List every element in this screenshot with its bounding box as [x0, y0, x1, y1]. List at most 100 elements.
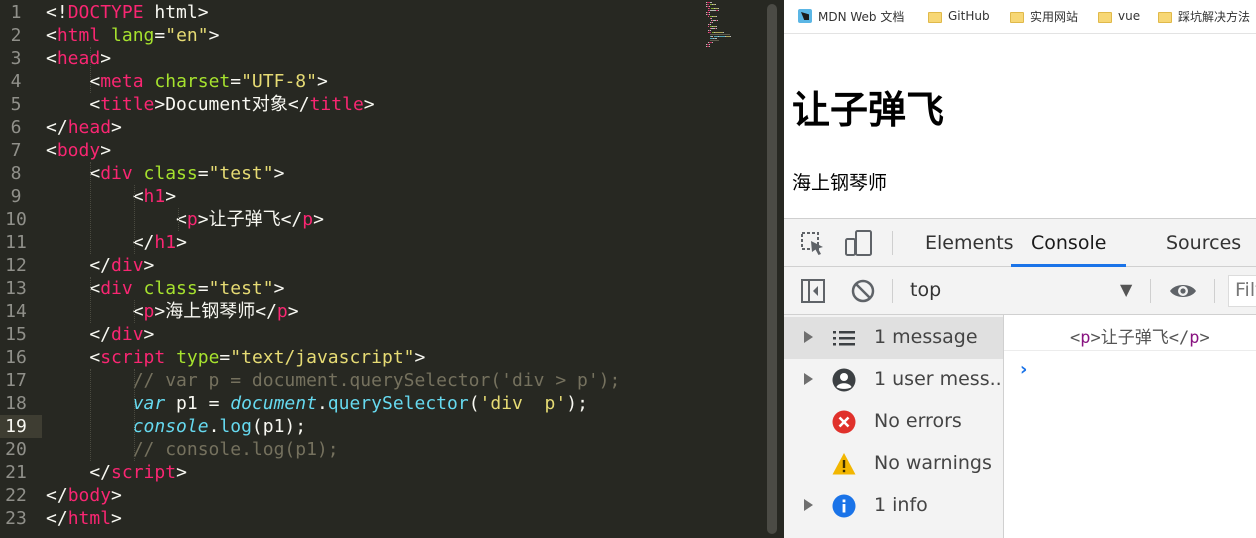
code-token: > [316, 71, 328, 92]
bookmark-mdn[interactable]: MDN Web 文档 [798, 7, 904, 25]
console-output[interactable]: <p>让子弹飞</p> › [1004, 315, 1256, 538]
code-line[interactable]: </script> [46, 461, 187, 484]
editor-scrollbar[interactable] [767, 4, 777, 534]
sidebar-item-info[interactable]: 1 info [784, 485, 1003, 527]
minimap-stroke [709, 12, 710, 13]
code-line[interactable]: <div class="test"> [46, 277, 284, 300]
expand-arrow-icon[interactable] [804, 373, 813, 385]
code-token: </ [46, 485, 68, 506]
code-line[interactable]: <head> [46, 47, 111, 70]
bookmark-vue[interactable]: vue [1098, 7, 1140, 25]
page-heading: 让子弹飞 [792, 88, 945, 132]
code-line[interactable]: </div> [46, 323, 154, 346]
code-token: class [143, 163, 198, 184]
code-line[interactable]: <script type="text/javascript"> [46, 346, 425, 369]
tab-sources[interactable]: Sources [1166, 219, 1241, 267]
console-prompt[interactable]: › [1020, 359, 1027, 380]
line-number: 14 [5, 301, 27, 322]
line-number: 5 [10, 94, 22, 115]
minimap-stroke [716, 28, 717, 29]
code-line[interactable]: <meta charset="UTF-8"> [46, 70, 328, 93]
code-area[interactable]: <!DOCTYPE html> <html lang="en"> <head> <m… [46, 0, 746, 538]
code-token: < [46, 278, 101, 299]
code-token: div [100, 278, 133, 299]
code-line[interactable]: <html lang="en"> [46, 24, 219, 47]
sidebar-item-warnings[interactable]: No warnings [784, 443, 1003, 485]
code-line[interactable]: <p>让子弹飞</p> [46, 208, 324, 231]
line-number: 21 [5, 462, 27, 483]
minimap-stroke [709, 46, 710, 47]
code-editor[interactable]: 1 2 3 4 5 6 7 8 9 10 11 12 13 14 15 16 17 18 19 20 21 22 23 <!… [0, 0, 784, 538]
code-token: = [230, 71, 242, 92]
code-line[interactable]: <body> [46, 139, 111, 162]
device-toolbar-icon[interactable] [844, 229, 874, 257]
code-token: < [46, 25, 57, 46]
code-line[interactable]: <!DOCTYPE html> [46, 1, 209, 24]
code-token: >Document对象</ [154, 94, 310, 115]
code-token: type [176, 347, 220, 368]
line-number: 4 [10, 71, 22, 92]
code-token: h1 [143, 186, 166, 207]
minimap-stroke [710, 24, 711, 25]
tab-elements[interactable]: Elements [925, 219, 1014, 267]
code-line[interactable]: // var p = document.querySelector('div >… [46, 369, 621, 392]
code-token: "test" [208, 163, 274, 184]
log-element-output[interactable]: <p>让子弹飞</p> [1070, 323, 1210, 348]
sidebar-item-messages[interactable]: 1 message [784, 317, 1003, 359]
code-token: > [208, 25, 220, 46]
bookmark-useful-sites[interactable]: 实用网站 [1010, 7, 1078, 25]
console-toolbar: top ▼ Filter [784, 267, 1256, 315]
code-line[interactable]: </body> [46, 484, 122, 507]
code-token: < [46, 94, 101, 115]
context-selector[interactable]: top [910, 279, 941, 301]
code-token: log [219, 416, 252, 437]
clear-console-icon[interactable] [850, 278, 876, 304]
dropdown-arrow-icon[interactable]: ▼ [1120, 280, 1132, 299]
code-line[interactable]: </head> [46, 116, 122, 139]
code-token: > [273, 163, 285, 184]
minimap-stroke [707, 4, 709, 5]
sidebar-item-user-messages[interactable]: 1 user mess... [784, 359, 1003, 401]
code-token: lang [111, 25, 155, 46]
console-log-row[interactable]: <p>让子弹飞</p> [1004, 315, 1256, 351]
bookmark-label: 实用网站 [1030, 9, 1079, 24]
code-token: > [165, 186, 177, 207]
code-line[interactable]: <title>Document对象</title> [46, 93, 374, 116]
code-line[interactable]: <p>海上钢琴师</p> [46, 300, 299, 323]
code-line[interactable]: </h1> [46, 231, 187, 254]
code-token: 'div p' [479, 393, 567, 414]
code-token: > [176, 232, 187, 253]
code-token: p [186, 209, 198, 230]
minimap-stroke [709, 6, 710, 7]
inspect-element-icon[interactable] [800, 231, 826, 257]
code-token: < [46, 347, 101, 368]
filter-input[interactable]: Filter [1228, 275, 1256, 307]
code-token: > [176, 462, 187, 483]
minimap-stroke [716, 26, 717, 27]
live-expression-eye-icon[interactable] [1168, 279, 1198, 303]
tab-console[interactable]: Console [1011, 219, 1127, 267]
code-line[interactable]: </div> [46, 254, 154, 277]
expand-arrow-icon[interactable] [804, 331, 813, 343]
minimap-stroke [709, 34, 730, 35]
expand-arrow-icon[interactable] [804, 499, 813, 511]
code-token: </ [46, 508, 68, 529]
code-line[interactable]: console.log(p1); [46, 415, 306, 438]
code-line[interactable]: </html> [46, 507, 122, 530]
minimap[interactable] [706, 0, 762, 52]
code-token: body [56, 140, 101, 161]
code-token: = [197, 278, 209, 299]
code-line[interactable]: <div class="test"> [46, 162, 284, 185]
sidebar-item-errors[interactable]: No errors [784, 401, 1003, 443]
log-open-end: </ [1168, 328, 1190, 348]
code-line[interactable]: var p1 = document.querySelector('div p')… [46, 392, 588, 415]
code-line[interactable]: <h1> [46, 185, 176, 208]
bookmark-pitfall-solutions[interactable]: 踩坑解决方法 [1158, 7, 1250, 25]
sidebar-item-label: 1 message [874, 326, 978, 348]
bookmark-github[interactable]: GitHub [928, 7, 990, 25]
sidebar-toggle-icon[interactable] [800, 278, 826, 304]
code-token: >海上钢琴师</ [154, 301, 277, 322]
line-number: 10 [5, 209, 27, 230]
log-text-content: 让子弹飞 [1100, 328, 1169, 348]
